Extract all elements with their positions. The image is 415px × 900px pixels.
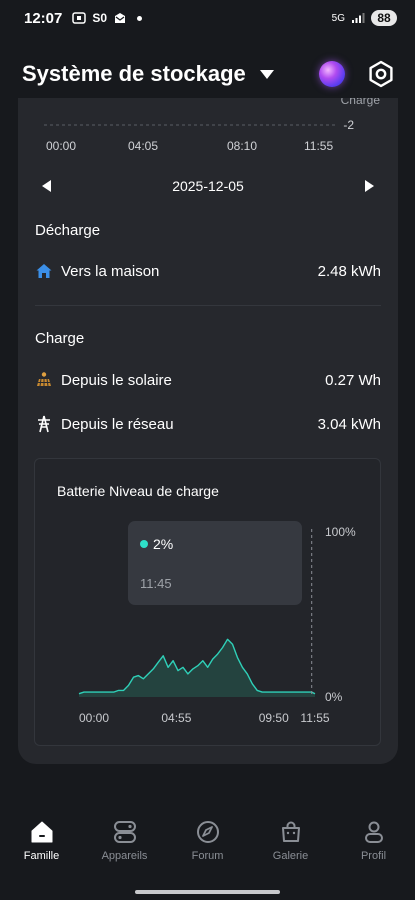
nav-label: Forum bbox=[191, 850, 224, 862]
nav-label: Appareils bbox=[101, 850, 148, 862]
mail-icon bbox=[115, 13, 126, 23]
row-value: 0.27 Wh bbox=[325, 371, 381, 389]
section-divider bbox=[35, 305, 381, 306]
battery-indicator: 88 bbox=[371, 10, 397, 26]
power-tower-icon bbox=[35, 415, 53, 433]
decharge-title: Décharge bbox=[35, 222, 101, 239]
row-value: 3.04 kWh bbox=[317, 415, 381, 433]
charge-row-grid: Depuis le réseau 3.04 kWh bbox=[35, 412, 381, 436]
x-tick-label: 09:50 bbox=[259, 711, 289, 725]
chart-y-tick: -2 bbox=[343, 118, 354, 132]
x-tick-label: 11:55 bbox=[300, 711, 329, 725]
nav-label: Profil bbox=[360, 850, 387, 862]
screenshot-icon bbox=[72, 12, 87, 24]
page-title[interactable]: Système de stockage bbox=[22, 61, 246, 87]
nav-item-forum[interactable]: Forum bbox=[168, 820, 248, 862]
bottom-navigation: Famille Appareils Forum Galerie Profil bbox=[0, 820, 415, 880]
notification-dot bbox=[137, 15, 143, 21]
charge-row-solar: Depuis le solaire 0.27 Wh bbox=[35, 368, 381, 392]
energy-chart-partial: Charge -2 00:00 04:05 08:10 11:55 bbox=[44, 98, 381, 153]
battery-level-panel: Batterie Niveau de charge 100% 0% 00:00 04:… bbox=[34, 458, 381, 746]
status-right: 5G 88 bbox=[332, 10, 397, 26]
series-area bbox=[79, 639, 315, 697]
home-indicator[interactable] bbox=[135, 890, 280, 894]
row-value: 2.48 kWh bbox=[317, 262, 381, 280]
nav-item-appareils[interactable]: Appareils bbox=[85, 820, 165, 862]
battery-panel-title: Batterie Niveau de charge bbox=[57, 483, 219, 499]
person-icon bbox=[364, 821, 383, 843]
dropdown-caret-icon[interactable] bbox=[259, 69, 274, 79]
row-label: Depuis le solaire bbox=[61, 371, 172, 389]
tooltip-time: 11:45 bbox=[140, 576, 172, 591]
chart-x-tick: 00:00 bbox=[46, 139, 76, 153]
chart-tooltip: 2% 11:45 bbox=[128, 521, 302, 605]
nav-item-profil[interactable]: Profil bbox=[334, 820, 414, 862]
status-icons: S0 bbox=[72, 11, 143, 25]
network-label: 5G bbox=[331, 12, 345, 24]
y-tick-label: 0% bbox=[325, 690, 343, 704]
storage-card: Charge -2 00:00 04:05 08:10 11:55 2025-1… bbox=[18, 98, 398, 764]
row-label: Vers la maison bbox=[61, 262, 160, 280]
signal-icon bbox=[352, 13, 365, 23]
previous-day-arrow-icon[interactable] bbox=[42, 180, 51, 192]
chart-legend-charge: Charge bbox=[341, 98, 381, 107]
home-icon bbox=[35, 262, 53, 280]
chart-x-tick: 11:55 bbox=[304, 139, 333, 153]
tooltip-value: 2% bbox=[153, 536, 174, 552]
nav-label: Famille bbox=[23, 850, 60, 862]
status-time: 12:07 bbox=[24, 9, 63, 27]
house-icon bbox=[31, 821, 52, 843]
chart-x-tick: 04:05 bbox=[128, 139, 158, 153]
x-tick-label: 00:00 bbox=[79, 711, 109, 725]
selected-date[interactable]: 2025-12-05 bbox=[172, 178, 244, 194]
bag-icon bbox=[281, 821, 300, 842]
series-dot-icon bbox=[140, 540, 148, 548]
y-tick-label: 100% bbox=[325, 525, 356, 539]
next-day-arrow-icon[interactable] bbox=[365, 180, 374, 192]
devices-icon bbox=[113, 821, 136, 843]
status-bar: 12:07 S0 5G 88 bbox=[0, 0, 415, 36]
row-label: Depuis le réseau bbox=[61, 415, 174, 433]
nav-label: Galerie bbox=[272, 850, 309, 862]
chart-x-tick: 08:10 bbox=[227, 139, 257, 153]
charge-title: Charge bbox=[35, 330, 85, 347]
date-navigator: 2025-12-05 bbox=[18, 174, 398, 198]
x-tick-label: 04:55 bbox=[161, 711, 191, 725]
app-status-text: S0 bbox=[92, 11, 108, 25]
decharge-row-home: Vers la maison 2.48 kWh bbox=[35, 259, 381, 283]
compass-icon bbox=[196, 821, 219, 843]
nav-item-galerie[interactable]: Galerie bbox=[251, 820, 331, 862]
app-header: Système de stockage bbox=[0, 50, 415, 98]
assistant-orb-icon[interactable] bbox=[319, 61, 345, 87]
solar-panel-icon bbox=[35, 371, 53, 389]
nav-item-famille[interactable]: Famille bbox=[2, 820, 82, 862]
settings-icon[interactable] bbox=[367, 60, 395, 88]
